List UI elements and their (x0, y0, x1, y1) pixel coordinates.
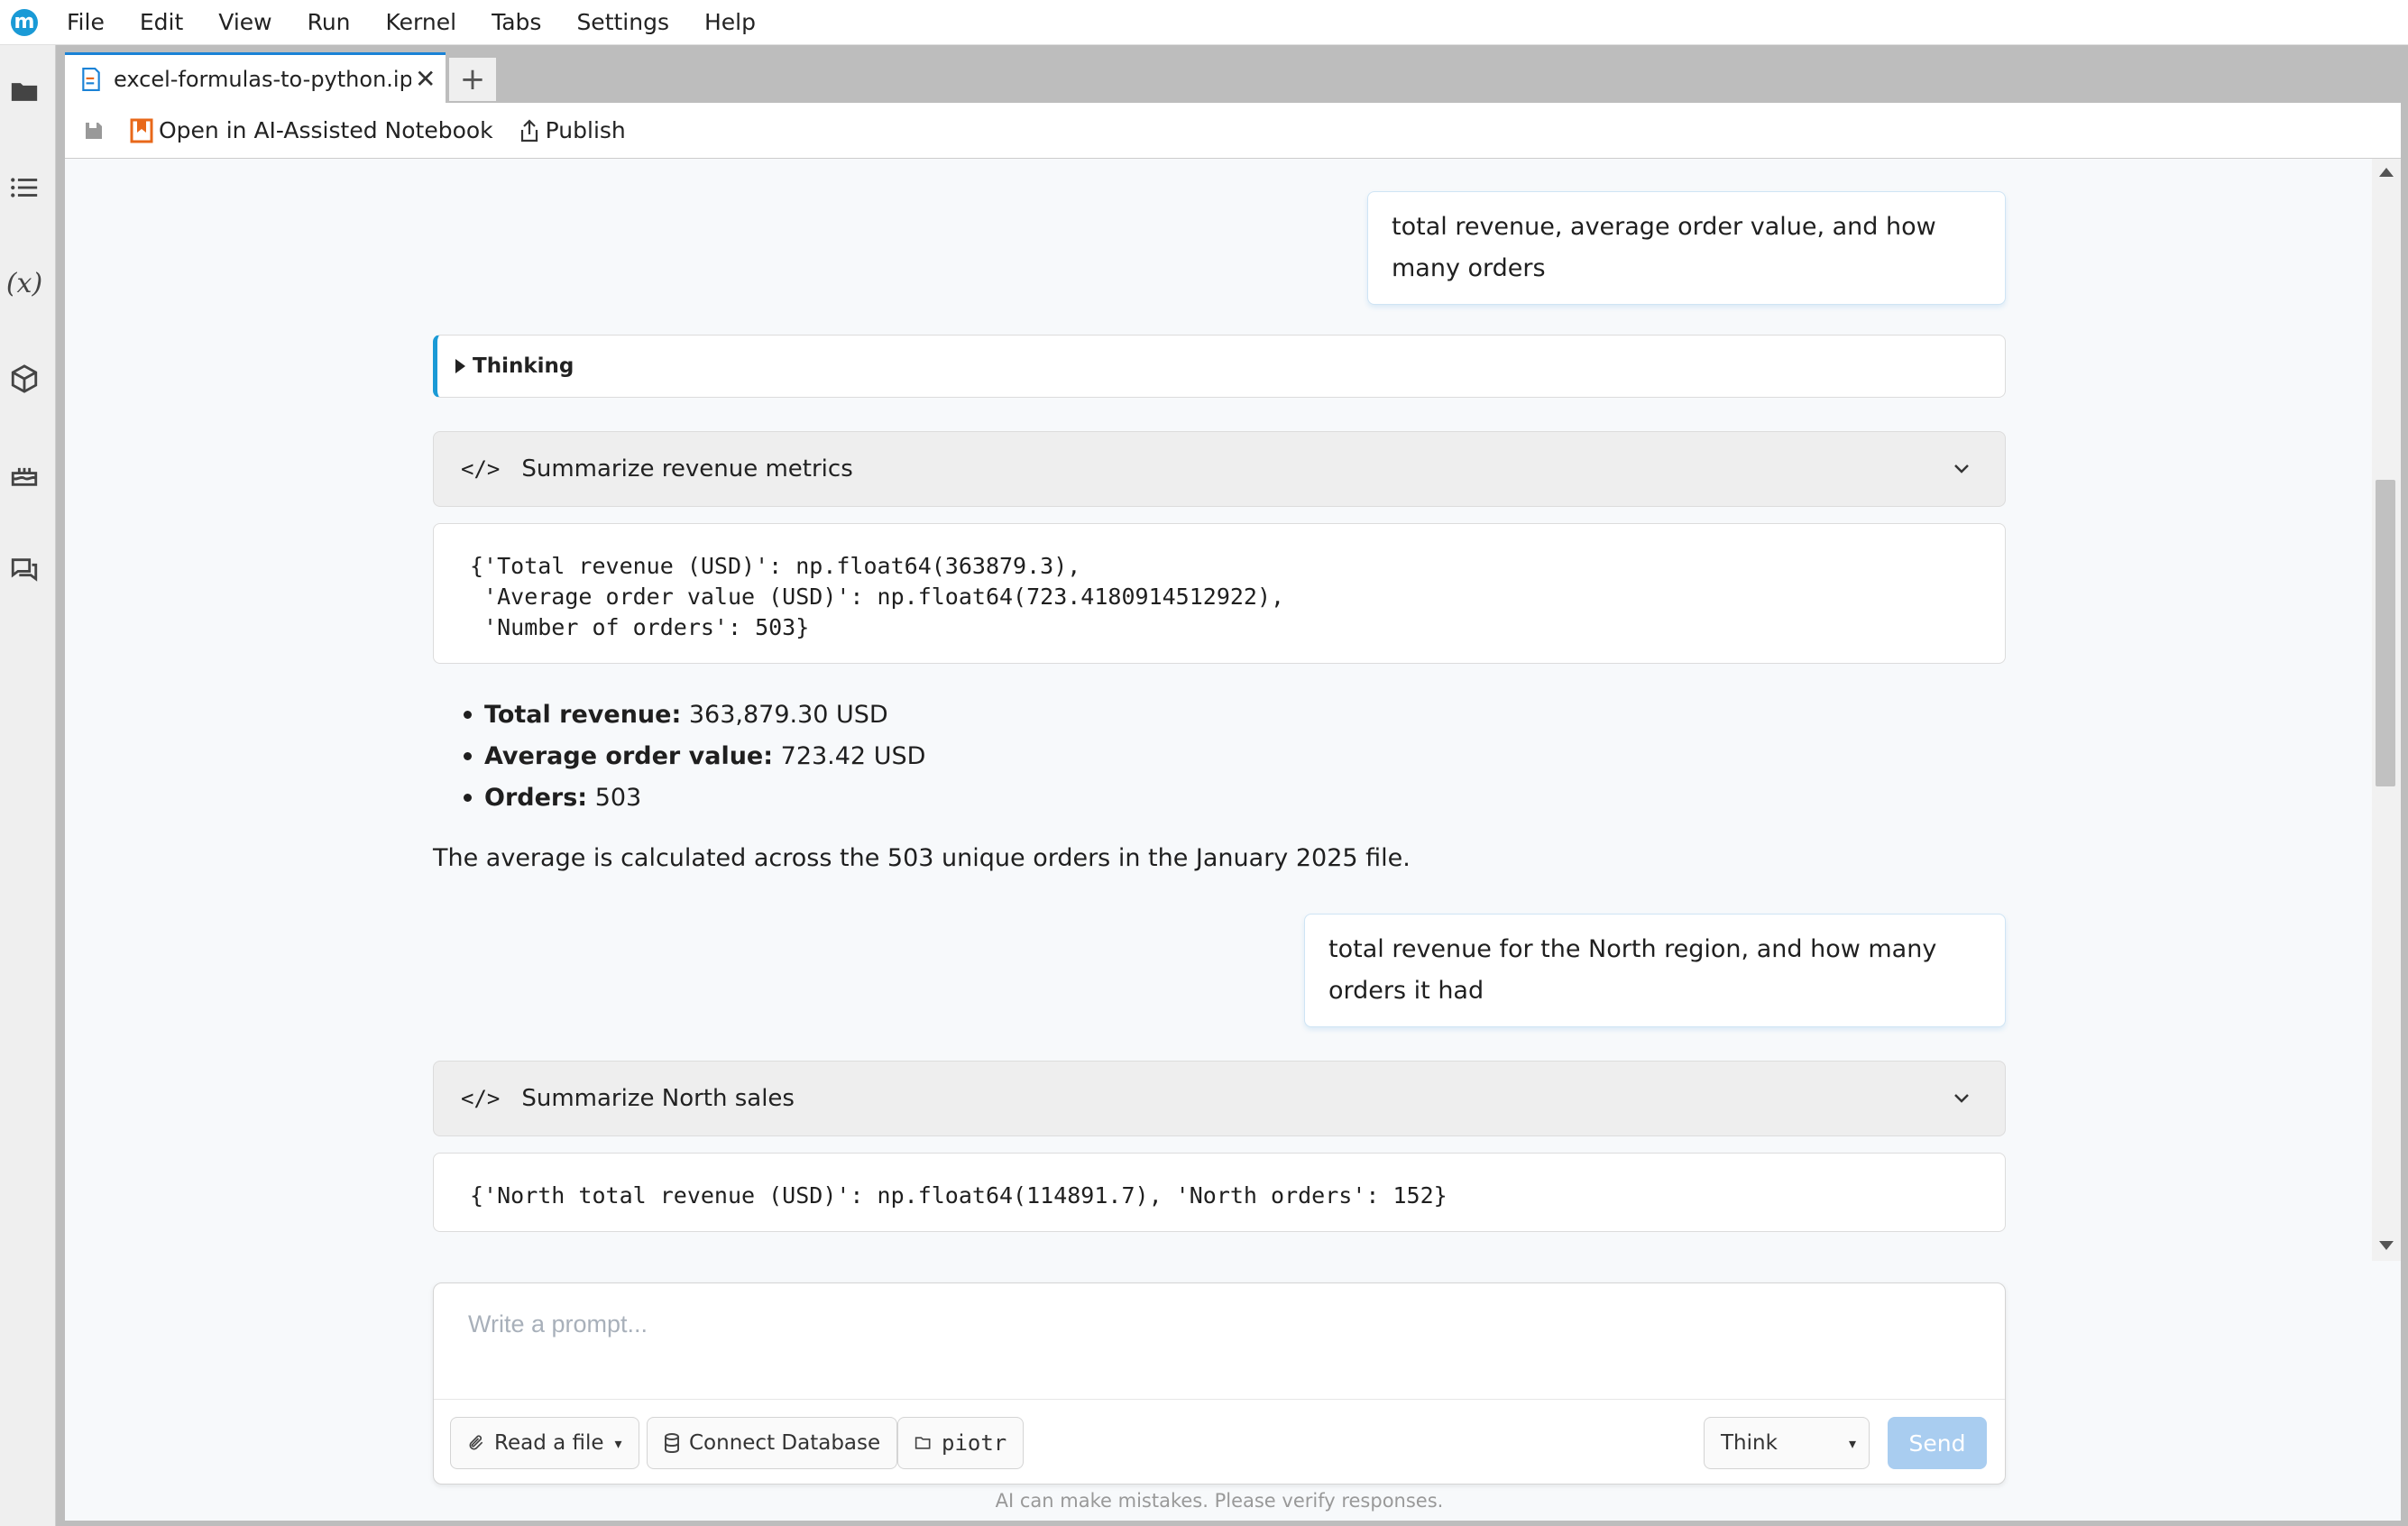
mode-select[interactable]: Think ▾ (1704, 1417, 1870, 1469)
app-logo: m (11, 8, 38, 36)
code-icon: </> (461, 1086, 501, 1111)
caret-down-icon: ▾ (1848, 1434, 1856, 1452)
assistant-summary: The average is calculated across the 503… (433, 844, 1411, 872)
mode-value: Think (1721, 1431, 1778, 1455)
folder-icon[interactable] (0, 65, 49, 119)
menu-tabs[interactable]: Tabs (492, 9, 541, 35)
tool-call-title: Summarize North sales (521, 1085, 795, 1112)
package-icon[interactable] (0, 352, 49, 406)
notebook-icon (82, 67, 100, 91)
menu-run[interactable]: Run (308, 9, 351, 35)
code-output: {'Total revenue (USD)': np.float64(36387… (433, 523, 2006, 664)
menu-settings[interactable]: Settings (576, 9, 669, 35)
paperclip-icon (467, 1433, 485, 1453)
result-list: Total revenue: 363,879.30 USD Average or… (433, 694, 925, 819)
save-icon (86, 122, 102, 139)
list-icon[interactable] (0, 161, 49, 215)
share-icon (519, 118, 540, 142)
scroll-down-icon[interactable] (2379, 1241, 2394, 1250)
disclaimer: AI can make mistakes. Please verify resp… (995, 1490, 1444, 1512)
prompt-input[interactable] (468, 1310, 1965, 1338)
publish-button[interactable]: Publish (519, 117, 626, 143)
chevron-down-icon[interactable] (1951, 457, 1972, 479)
menubar: m File Edit View Run Kernel Tabs Setting… (0, 0, 2408, 45)
menu-kernel[interactable]: Kernel (386, 9, 457, 35)
cake-icon[interactable] (0, 447, 49, 501)
tool-call-header[interactable]: </> Summarize North sales (433, 1061, 2006, 1136)
chat-icon[interactable] (0, 543, 49, 597)
tool-call-title: Summarize revenue metrics (521, 455, 853, 483)
send-button[interactable]: Send (1888, 1417, 1987, 1469)
open-ai-notebook-button[interactable]: Open in AI-Assisted Notebook (130, 117, 493, 143)
notebook-tab[interactable]: excel-formulas-to-python.ipynb ✕ (65, 52, 446, 103)
tab-bar: excel-formulas-to-python.ipynb ✕ + (65, 52, 496, 103)
read-file-label: Read a file (494, 1431, 604, 1455)
add-tab-button[interactable]: + (449, 58, 496, 101)
code-icon: </> (461, 456, 501, 482)
menu-edit[interactable]: Edit (140, 9, 183, 35)
thinking-label: Thinking (473, 354, 574, 378)
open-ai-notebook-label: Open in AI-Assisted Notebook (159, 117, 493, 143)
menu-file[interactable]: File (67, 9, 105, 35)
folder-open-icon (914, 1435, 933, 1451)
menu-help[interactable]: Help (704, 9, 756, 35)
connect-database-label: Connect Database (689, 1431, 881, 1455)
chevron-down-icon[interactable] (1951, 1087, 1972, 1108)
user-message: total revenue for the North region, and … (1304, 914, 2006, 1027)
left-sidebar: (x) (0, 45, 56, 1526)
tool-call-header[interactable]: </> Summarize revenue metrics (433, 431, 2006, 507)
scrollbar[interactable] (2372, 159, 2401, 1261)
folder-button[interactable]: piotr (897, 1417, 1025, 1469)
save-button[interactable] (83, 120, 105, 142)
caret-right-icon (455, 359, 465, 373)
list-item: Total revenue: 363,879.30 USD (433, 694, 925, 736)
tab-label: excel-formulas-to-python.ipynb (114, 66, 411, 92)
notebook-toolbar: Open in AI-Assisted Notebook Publish (65, 103, 2401, 159)
database-icon (664, 1433, 680, 1453)
divider (434, 1399, 2005, 1400)
close-icon[interactable]: ✕ (415, 66, 436, 92)
menu-view[interactable]: View (218, 9, 271, 35)
scroll-thumb[interactable] (2376, 480, 2395, 786)
user-message: total revenue, average order value, and … (1367, 191, 2006, 305)
connect-database-button[interactable]: Connect Database (647, 1417, 898, 1469)
scroll-up-icon[interactable] (2379, 168, 2394, 177)
variables-icon[interactable]: (x) (0, 256, 49, 310)
read-file-button[interactable]: Read a file ▾ (450, 1417, 639, 1469)
caret-down-icon: ▾ (614, 1434, 622, 1452)
bookmark-icon (130, 118, 153, 143)
list-item: Average order value: 723.42 USD (433, 736, 925, 777)
list-item: Orders: 503 (433, 777, 925, 819)
prompt-box: Read a file ▾ Connect Database piotr Thi… (433, 1282, 2006, 1485)
thinking-toggle[interactable]: Thinking (433, 335, 2006, 398)
folder-label: piotr (942, 1430, 1007, 1456)
publish-label: Publish (545, 117, 626, 143)
code-output: {'North total revenue (USD)': np.float64… (433, 1153, 2006, 1232)
